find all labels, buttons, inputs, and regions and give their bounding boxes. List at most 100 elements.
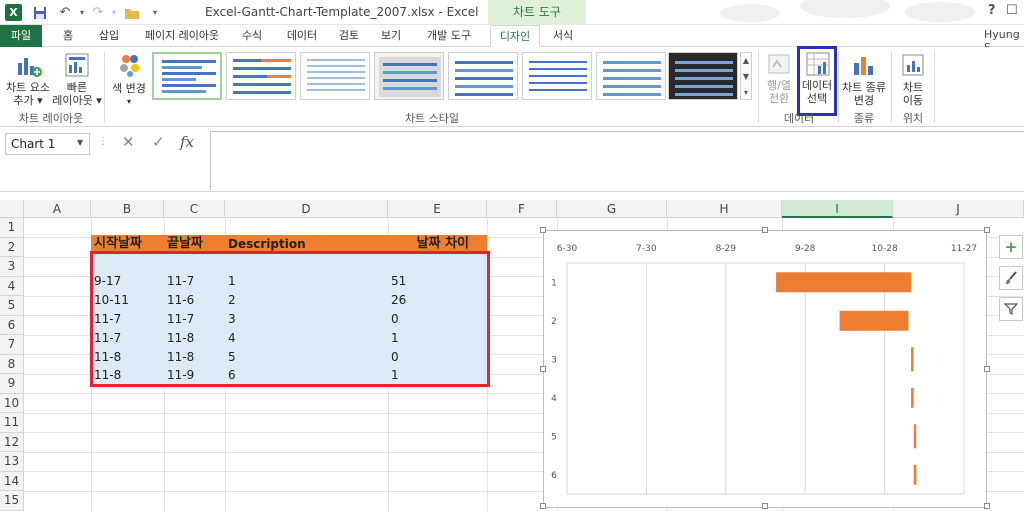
- select-data-label-1: 데이터: [801, 79, 833, 92]
- quick-layout-button[interactable]: 빠른 레이아웃 ▾: [52, 49, 102, 111]
- ribbon-tabs: 파일 홈 삽입 페이지 레이아웃 수식 데이터 검토 보기 개발 도구 디자인 …: [0, 25, 1024, 54]
- quick-layout-icon: [65, 53, 89, 77]
- row-header-11[interactable]: 11: [0, 413, 24, 433]
- tab-design[interactable]: 디자인: [490, 25, 540, 47]
- chart-style-8[interactable]: [668, 52, 738, 100]
- x-tick-label: 6-30: [557, 244, 578, 254]
- chart-style-6[interactable]: [522, 52, 592, 100]
- tab-formulas[interactable]: 수식: [236, 25, 268, 47]
- chart-style-2[interactable]: [226, 52, 296, 100]
- change-colors-button[interactable]: 색 변경 ▾: [108, 49, 150, 109]
- change-chart-type-button[interactable]: 차트 종류 변경: [840, 49, 888, 109]
- gantt-bar-5: [913, 424, 917, 449]
- resize-handle[interactable]: [540, 227, 546, 233]
- save-icon[interactable]: [30, 3, 50, 23]
- select-data-button[interactable]: 데이터 선택: [797, 46, 837, 116]
- column-header-c[interactable]: C: [164, 200, 225, 218]
- tab-file[interactable]: 파일: [0, 25, 42, 47]
- resize-handle[interactable]: [540, 366, 546, 372]
- formula-buttons: ✕ ✓ fx: [114, 133, 210, 155]
- open-folder-icon[interactable]: [122, 3, 142, 23]
- column-header-j[interactable]: J: [893, 200, 1024, 218]
- name-box-dropdown-icon[interactable]: ▼: [77, 138, 83, 147]
- column-header-i[interactable]: I: [782, 200, 893, 218]
- group-separator: [838, 51, 839, 123]
- select-all-corner[interactable]: [0, 200, 24, 218]
- chart-style-7[interactable]: [596, 52, 666, 100]
- row-header-13[interactable]: 13: [0, 452, 24, 472]
- tab-developer[interactable]: 개발 도구: [420, 25, 478, 47]
- row-header-1[interactable]: 1: [0, 218, 24, 238]
- select-data-icon: [806, 52, 830, 76]
- row-header-8[interactable]: 8: [0, 354, 24, 374]
- chart-style-4[interactable]: [374, 52, 444, 100]
- resize-handle[interactable]: [762, 227, 768, 233]
- column-header-d[interactable]: D: [225, 200, 388, 218]
- column-header-f[interactable]: F: [487, 200, 557, 218]
- tab-home[interactable]: 홈: [56, 25, 80, 47]
- resize-handle[interactable]: [984, 366, 990, 372]
- row-header-10[interactable]: 10: [0, 393, 24, 413]
- column-header-a[interactable]: A: [24, 200, 91, 218]
- row-header-14[interactable]: 14: [0, 471, 24, 491]
- gantt-chart[interactable]: 6-30 7-30 8-29 9-28 10-28 11-27 1 2 3 4 5 6: [543, 230, 987, 508]
- style-gallery-scroll[interactable]: ▲ ▼ ▾: [740, 52, 752, 100]
- gallery-more-icon[interactable]: ▾: [741, 85, 751, 101]
- row-header-4[interactable]: 4: [0, 276, 24, 296]
- ribbon-display-options-icon[interactable]: ☐: [1006, 3, 1018, 18]
- move-chart-button[interactable]: 차트 이동: [894, 49, 932, 109]
- gantt-bar-6: [913, 464, 917, 485]
- y-category-label: 2: [551, 317, 557, 327]
- add-chart-element-icon: [18, 58, 42, 77]
- tab-review[interactable]: 검토: [334, 25, 364, 47]
- chart-styles-brush-icon[interactable]: [999, 266, 1023, 290]
- row-header-6[interactable]: 6: [0, 315, 24, 335]
- y-category-label: 6: [551, 471, 557, 481]
- row-header-5[interactable]: 5: [0, 296, 24, 316]
- enter-icon[interactable]: ✓: [152, 133, 165, 151]
- resize-handle[interactable]: [984, 503, 990, 509]
- chart-elements-icon[interactable]: +: [999, 235, 1023, 259]
- formula-input[interactable]: [210, 131, 1024, 190]
- tab-page-layout[interactable]: 페이지 레이아웃: [140, 25, 224, 47]
- x-tick-label: 7-30: [636, 244, 657, 254]
- chart-filters-icon[interactable]: [999, 297, 1023, 321]
- row-header-9[interactable]: 9: [0, 374, 24, 394]
- group-separator: [104, 51, 105, 123]
- chart-style-5[interactable]: [448, 52, 518, 100]
- column-header-b[interactable]: B: [91, 200, 164, 218]
- gallery-up-icon[interactable]: ▲: [741, 53, 751, 69]
- change-chart-type-icon: [854, 57, 873, 75]
- quick-layout-label-2: 레이아웃 ▾: [52, 94, 102, 107]
- cancel-icon[interactable]: ✕: [122, 133, 135, 151]
- row-header-3[interactable]: 3: [0, 257, 24, 277]
- switch-row-column-label-2: 전환: [768, 92, 790, 105]
- tab-data[interactable]: 데이터: [282, 25, 322, 47]
- switch-row-column-button[interactable]: 행/열 전환: [762, 49, 796, 109]
- plot-area: [566, 262, 965, 495]
- gallery-down-icon[interactable]: ▼: [741, 69, 751, 85]
- column-header-h[interactable]: H: [667, 200, 782, 218]
- redo-dropdown-icon[interactable]: ▾: [104, 3, 124, 23]
- row-header-12[interactable]: 12: [0, 432, 24, 452]
- tab-insert[interactable]: 삽입: [92, 25, 126, 47]
- resize-handle[interactable]: [984, 227, 990, 233]
- row-header-7[interactable]: 7: [0, 335, 24, 355]
- resize-handle[interactable]: [540, 503, 546, 509]
- column-header-g[interactable]: G: [557, 200, 667, 218]
- help-button[interactable]: ?: [988, 3, 996, 18]
- insert-function-icon[interactable]: fx: [180, 133, 194, 151]
- add-chart-element-button[interactable]: 차트 요소 추가 ▾: [4, 49, 52, 111]
- resize-handle[interactable]: [762, 503, 768, 509]
- chart-style-3[interactable]: [300, 52, 370, 100]
- gantt-bar-3: [911, 347, 914, 372]
- row-header-15[interactable]: 15: [0, 491, 24, 511]
- tab-format[interactable]: 서식: [546, 25, 580, 47]
- tab-view[interactable]: 보기: [376, 25, 406, 47]
- group-separator: [934, 51, 935, 123]
- formula-bar-grip-icon: ⋮: [98, 136, 108, 147]
- column-header-e[interactable]: E: [388, 200, 487, 218]
- chart-style-1[interactable]: [152, 52, 222, 100]
- customize-qat-icon[interactable]: ▾: [145, 3, 165, 23]
- row-header-2[interactable]: 2: [0, 237, 24, 257]
